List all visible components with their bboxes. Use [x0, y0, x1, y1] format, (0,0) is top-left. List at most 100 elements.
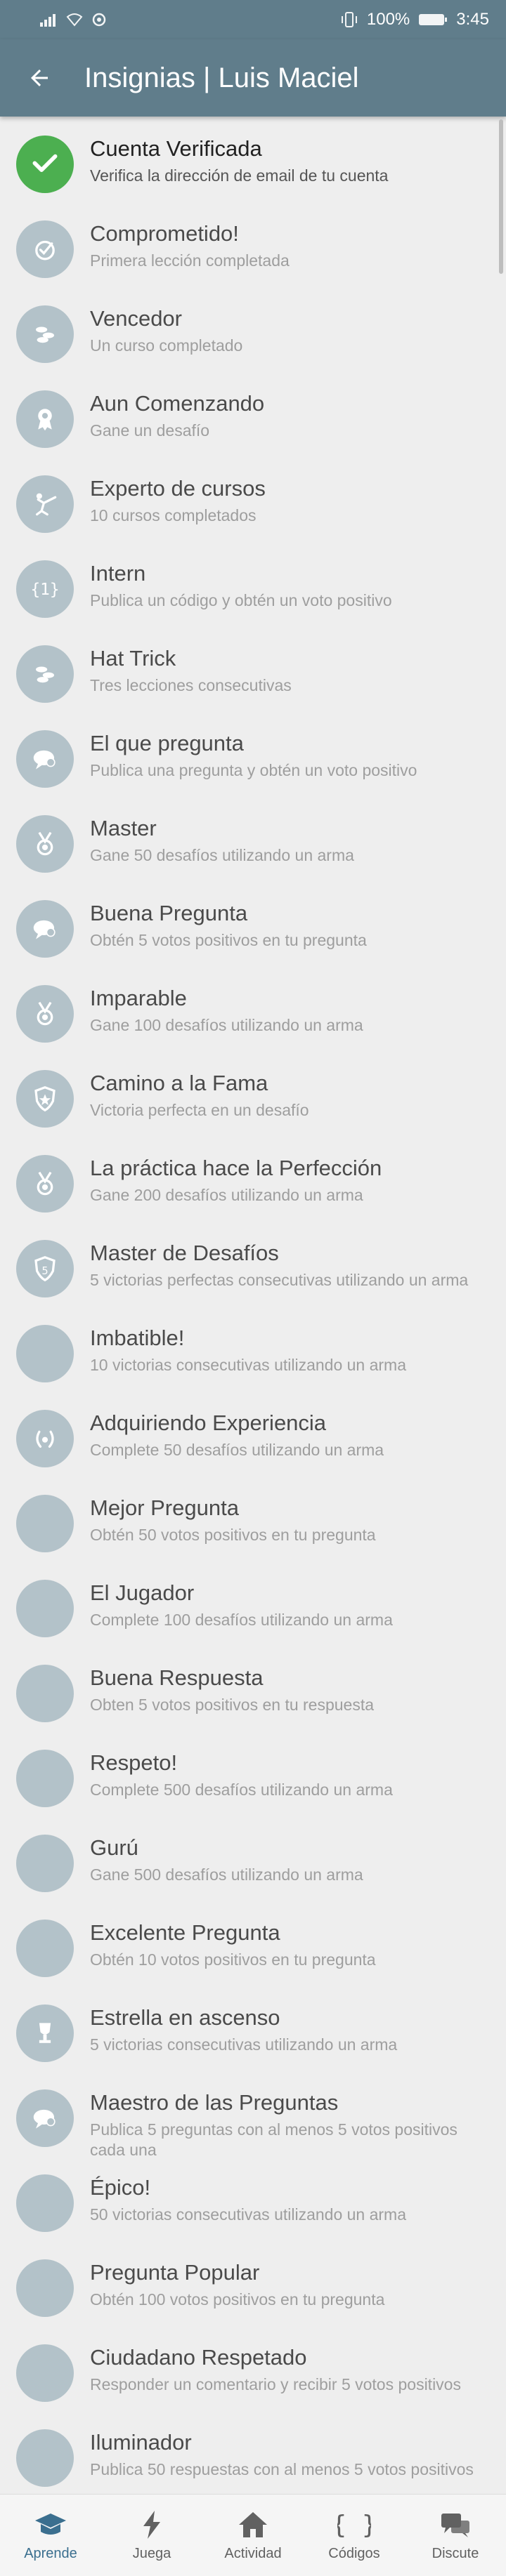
check-icon: [32, 154, 58, 172]
app-bar: Insignias | Luis Maciel: [0, 39, 506, 117]
badge-title: Comprometido!: [90, 221, 239, 246]
home-icon: [239, 2511, 267, 2537]
badge-item-aun-comenzando[interactable]: Aun Comenzando Gane un desafío: [0, 371, 506, 456]
badge-description: 5 victorias perfectas consecutivas utili…: [90, 1271, 469, 1289]
badge-item-imbatible[interactable]: Imbatible! 10 victorias consecutivas util…: [0, 1306, 506, 1391]
badge-avatar: [16, 900, 74, 958]
badge-item-el-jugador[interactable]: El Jugador Complete 100 desafíos utilizan…: [0, 1561, 506, 1646]
badge-item-vencedor[interactable]: Vencedor Un curso completado: [0, 286, 506, 371]
shield-star-icon: [34, 1086, 56, 1112]
badge-title: Maestro de las Preguntas: [90, 2090, 339, 2115]
nav-item-juega[interactable]: Juega: [101, 2495, 202, 2576]
badge-item-intern[interactable]: {1} Intern Publica un código y obtén un vo…: [0, 541, 506, 626]
badge-avatar: [16, 1750, 74, 1807]
ribbon-medal-icon: [38, 409, 52, 431]
badge-item-estrella-en-ascenso[interactable]: Estrella en ascenso 5 victorias consecuti…: [0, 1986, 506, 2070]
nav-item-actividad[interactable]: Actividad: [202, 2495, 304, 2576]
badge-title: Hat Trick: [90, 646, 176, 671]
svg-text:{ }: { }: [337, 2511, 371, 2539]
badge-description: Complete 50 desafíos utilizando un arma: [90, 1441, 384, 1459]
badge-title: Master de Desafíos: [90, 1241, 279, 1265]
badge-item-respeto[interactable]: Respeto! Complete 500 desafíos utilizando…: [0, 1731, 506, 1816]
badge-title: La práctica hace la Perfección: [90, 1156, 382, 1180]
badge-avatar: [16, 815, 74, 873]
badge-item-buena-pregunta[interactable]: Buena Pregunta Obtén 5 votos positivos en…: [0, 881, 506, 966]
badge-avatar: [16, 390, 74, 448]
speech-bubble-icon: [33, 750, 56, 770]
badge-title: Buena Pregunta: [90, 901, 248, 925]
badge-item-ciudadano-respetado[interactable]: Ciudadano Respetado Responder un comentar…: [0, 2325, 506, 2410]
badge-avatar: [16, 1920, 74, 1977]
badge-item-guru[interactable]: Gurú Gane 500 desafíos utilizando un arma: [0, 1816, 506, 1901]
badge-item-el-que-pregunta[interactable]: El que pregunta Publica una pregunta y ob…: [0, 711, 506, 796]
badge-item-experto-de-cursos[interactable]: Experto de cursos 10 cursos completados: [0, 456, 506, 541]
badge-item-mejor-pregunta[interactable]: Mejor Pregunta Obtén 50 votos positivos e…: [0, 1476, 506, 1561]
badge-item-master-de-desafios[interactable]: 5 Master de Desafíos 5 victorias perfectas…: [0, 1221, 506, 1306]
badge-item-comprometido[interactable]: Comprometido! Primera lección completada: [0, 202, 506, 286]
medal-icon: [37, 1171, 53, 1196]
badge-description: Publica una pregunta y obtén un voto pos…: [90, 761, 417, 779]
badge-item-adquiriendo-experiencia[interactable]: Adquiriendo Experiencia Complete 50 desaf…: [0, 1391, 506, 1476]
code-brackets-icon: {1}: [30, 581, 59, 599]
status-right: 100% 3:45: [340, 10, 489, 29]
badge-title: Excelente Pregunta: [90, 1920, 280, 1945]
badge-title: Mejor Pregunta: [90, 1495, 239, 1520]
laurel-icon: [36, 1430, 54, 1448]
badge-avatar: [16, 985, 74, 1043]
badge-item-master[interactable]: Master Gane 50 desafíos utilizando un arm…: [0, 796, 506, 881]
badge-item-excelente-pregunta[interactable]: Excelente Pregunta Obtén 10 votos positiv…: [0, 1901, 506, 1986]
badge-title: El Jugador: [90, 1580, 195, 1605]
scrollbar[interactable]: [499, 119, 503, 274]
badge-description: Primera lección completada: [90, 251, 290, 270]
vibrate-icon: [341, 12, 357, 27]
badge-avatar: [16, 2259, 74, 2317]
badge-title: Aun Comenzando: [90, 391, 265, 416]
badge-description: 10 cursos completados: [90, 506, 257, 524]
badge-item-la-practica-hace-la-perfeccion[interactable]: La práctica hace la Perfección Gane 200 d…: [0, 1136, 506, 1221]
badge-description: 50 victorias consecutivas utilizando un …: [90, 2205, 407, 2224]
badge-title: Camino a la Fama: [90, 1071, 268, 1095]
graduation-cap-icon: [35, 2513, 66, 2535]
badge-item-maestro-de-las-preguntas[interactable]: Maestro de las Preguntas Publica 5 pregun…: [0, 2070, 506, 2159]
badge-item-camino-a-la-fama[interactable]: Camino a la Fama Victoria perfecta en un …: [0, 1051, 506, 1136]
back-button[interactable]: [6, 39, 73, 117]
status-left: [39, 12, 107, 27]
coins-icon: [36, 666, 54, 683]
badge-description: Gane 50 desafíos utilizando un arma: [90, 846, 354, 864]
trophy-icon: [39, 2023, 51, 2043]
badge-description: Gane 500 desafíos utilizando un arma: [90, 1865, 363, 1884]
battery-percent: 100%: [366, 10, 410, 29]
nav-item-discute[interactable]: Discute: [405, 2495, 506, 2576]
lightning-icon: [143, 2510, 160, 2539]
badge-avatar: [16, 2344, 74, 2402]
badge-title: Respeto!: [90, 1750, 178, 1775]
speech-bubble-icon: [33, 2109, 56, 2129]
nav-label: Códigos: [328, 2545, 380, 2561]
badge-title: Vencedor: [90, 306, 182, 331]
badge-item-buena-respuesta[interactable]: Buena Respuesta Obten 5 votos positivos e…: [0, 1646, 506, 1731]
nav-item-codigos[interactable]: { } Códigos: [304, 2495, 405, 2576]
badge-avatar: [16, 1580, 74, 1637]
badge-title: Iluminador: [90, 2430, 192, 2455]
badge-item-iluminador[interactable]: Iluminador Publica 50 respuestas con al m…: [0, 2410, 506, 2495]
badge-description: Publica 50 respuestas con al menos 5 vot…: [90, 2460, 474, 2478]
svg-text:5: 5: [41, 1265, 48, 1277]
badge-description: Victoria perfecta en un desafío: [90, 1101, 309, 1119]
coins-icon: [36, 326, 54, 343]
badge-item-hat-trick[interactable]: Hat Trick Tres lecciones consecutivas: [0, 626, 506, 711]
badge-description: Publica un código y obtén un voto positi…: [90, 591, 392, 609]
badge-item-pregunta-popular[interactable]: Pregunta Popular Obtén 100 votos positivo…: [0, 2240, 506, 2325]
nav-item-aprende[interactable]: Aprende: [0, 2495, 101, 2576]
badge-avatar: [16, 475, 74, 533]
badge-item-epico[interactable]: Épico! 50 victorias consecutivas utilizan…: [0, 2155, 506, 2240]
badge-item-cuenta-verificada[interactable]: Cuenta Verificada Verifica la dirección d…: [0, 117, 506, 202]
badge-avatar: 5: [16, 1240, 74, 1297]
badge-title: Ciudadano Respetado: [90, 2345, 307, 2370]
badge-title: Adquiriendo Experiencia: [90, 1411, 327, 1435]
badge-title: Imbatible!: [90, 1326, 185, 1350]
badge-avatar: [16, 2089, 74, 2147]
badge-description: Gane un desafío: [90, 421, 210, 440]
badge-avatar: [16, 2174, 74, 2232]
badge-item-imparable[interactable]: Imparable Gane 100 desafíos utilizando un…: [0, 966, 506, 1051]
sync-icon: [92, 13, 106, 27]
